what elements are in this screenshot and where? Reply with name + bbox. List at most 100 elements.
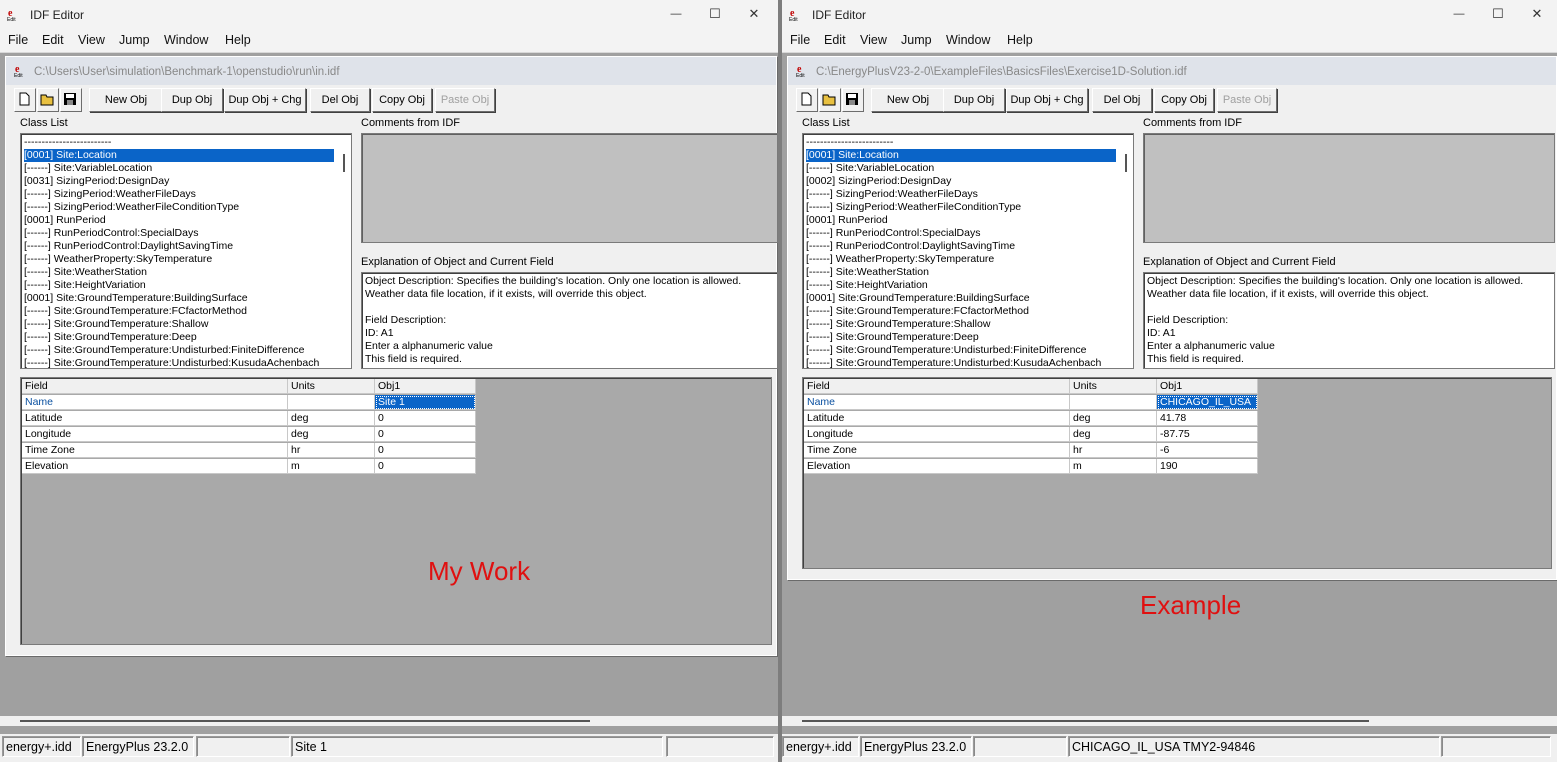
- open-folder-icon[interactable]: [819, 88, 841, 112]
- class-list-item[interactable]: [------] Site:GroundTemperature:Undistur…: [24, 344, 305, 357]
- dup-obj-chg-button[interactable]: Dup Obj + Chg: [224, 88, 306, 112]
- class-list-item[interactable]: [------] Site:WeatherStation: [806, 266, 929, 279]
- field-name-value[interactable]: CHICAGO_IL_USA: [1157, 395, 1258, 410]
- class-list-item[interactable]: [0001] RunPeriod: [24, 214, 106, 227]
- svg-text:Edit: Edit: [796, 73, 805, 77]
- horizontal-scrollbar-thumb[interactable]: [802, 720, 1369, 722]
- maximize-icon[interactable]: ☐: [1488, 5, 1508, 23]
- class-list-item[interactable]: [------] SizingPeriod:WeatherFileConditi…: [24, 201, 239, 214]
- class-list-item[interactable]: [------] Site:HeightVariation: [24, 279, 146, 292]
- class-list-scrollbar[interactable]: [1125, 154, 1127, 172]
- class-list-item[interactable]: [------] RunPeriodControl:DaylightSaving…: [806, 240, 1015, 253]
- class-list-item[interactable]: [------] Site:GroundTemperature:Deep: [24, 331, 197, 344]
- horizontal-scrollbar-thumb[interactable]: [20, 720, 590, 722]
- class-list-item[interactable]: [------] Site:GroundTemperature:Deep: [806, 331, 979, 344]
- class-list-item[interactable]: [------] SizingPeriod:WeatherFileDays: [806, 188, 978, 201]
- class-list-item[interactable]: [------] Site:GroundTemperature:Undistur…: [806, 357, 1101, 368]
- class-list-item[interactable]: [------] Site:GroundTemperature:Undistur…: [24, 357, 319, 368]
- menu-edit[interactable]: Edit: [824, 33, 846, 47]
- minimize-icon[interactable]: —: [666, 5, 686, 23]
- minimize-icon[interactable]: —: [1449, 5, 1469, 23]
- class-list-item[interactable]: [------] RunPeriodControl:SpecialDays: [24, 227, 198, 240]
- class-list-item[interactable]: [------] Site:GroundTemperature:FCfactor…: [806, 305, 1029, 318]
- save-disk-icon[interactable]: [60, 88, 82, 112]
- class-list-item[interactable]: [------] Site:VariableLocation: [24, 162, 152, 175]
- field-time-zone-value[interactable]: 0: [375, 443, 476, 458]
- horizontal-scrollbar[interactable]: [782, 716, 1557, 726]
- class-list-item[interactable]: [0001] Site:Location: [806, 149, 1116, 162]
- status-panel: [973, 736, 1067, 757]
- explanation-line: Field Description:: [365, 314, 447, 326]
- field-elevation-value[interactable]: 190: [1157, 459, 1258, 474]
- menu-window[interactable]: Window: [946, 33, 990, 47]
- class-list-item[interactable]: [0001] RunPeriod: [806, 214, 888, 227]
- class-list-scrollbar[interactable]: [343, 154, 345, 172]
- menu-jump[interactable]: Jump: [901, 33, 932, 47]
- close-icon[interactable]: ✕: [1527, 5, 1547, 23]
- menu-edit[interactable]: Edit: [42, 33, 64, 47]
- horizontal-scrollbar[interactable]: [0, 716, 778, 726]
- del-obj-button[interactable]: Del Obj: [1092, 88, 1152, 112]
- class-list-item[interactable]: [------] Site:HeightVariation: [806, 279, 928, 292]
- open-folder-icon[interactable]: [37, 88, 59, 112]
- new-obj-button[interactable]: New Obj: [89, 88, 163, 112]
- class-list-item[interactable]: [------] RunPeriodControl:DaylightSaving…: [24, 240, 233, 253]
- field-name-label: Name: [22, 395, 288, 410]
- class-list-item[interactable]: [------] WeatherProperty:SkyTemperature: [806, 253, 994, 266]
- field-time-zone-units: hr: [1070, 443, 1157, 458]
- class-list-item[interactable]: [0031] SizingPeriod:DesignDay: [24, 175, 169, 188]
- dup-obj-chg-button[interactable]: Dup Obj + Chg: [1006, 88, 1088, 112]
- class-list-item[interactable]: -------------------------: [24, 136, 111, 149]
- menu-file[interactable]: File: [8, 33, 28, 47]
- class-list-item[interactable]: [------] Site:GroundTemperature:Undistur…: [806, 344, 1087, 357]
- field-elevation-units: m: [1070, 459, 1157, 474]
- class-list-item[interactable]: [0001] Site:Location: [24, 149, 334, 162]
- class-list-item[interactable]: [0001] Site:GroundTemperature:BuildingSu…: [24, 292, 248, 305]
- class-list-item[interactable]: [------] WeatherProperty:SkyTemperature: [24, 253, 212, 266]
- new-file-icon[interactable]: [796, 88, 818, 112]
- field-elevation-value[interactable]: 0: [375, 459, 476, 474]
- comments-box[interactable]: [1143, 133, 1555, 243]
- comments-box[interactable]: [361, 133, 778, 243]
- close-icon[interactable]: ✕: [744, 5, 764, 23]
- class-list-item[interactable]: [------] Site:VariableLocation: [806, 162, 934, 175]
- menu-view[interactable]: View: [860, 33, 887, 47]
- class-list-item[interactable]: [------] Site:WeatherStation: [24, 266, 147, 279]
- class-list[interactable]: ------------------------- [0001] Site:Loc…: [20, 133, 352, 369]
- new-obj-button[interactable]: New Obj: [871, 88, 945, 112]
- class-list-item[interactable]: [------] Site:GroundTemperature:FCfactor…: [24, 305, 247, 318]
- new-file-icon[interactable]: [14, 88, 36, 112]
- class-list-item[interactable]: [------] Site:GroundTemperature:Shallow: [24, 318, 208, 331]
- menu-help[interactable]: Help: [225, 33, 251, 47]
- del-obj-button[interactable]: Del Obj: [310, 88, 370, 112]
- menu-help[interactable]: Help: [1007, 33, 1033, 47]
- field-longitude-value[interactable]: -87.75: [1157, 427, 1258, 442]
- field-time-zone-value[interactable]: -6: [1157, 443, 1258, 458]
- field-latitude-value[interactable]: 0: [375, 411, 476, 426]
- dup-obj-button[interactable]: Dup Obj: [161, 88, 223, 112]
- class-list-item[interactable]: [------] Site:GroundTemperature:Shallow: [806, 318, 990, 331]
- class-list-item[interactable]: [------] SizingPeriod:WeatherFileConditi…: [806, 201, 1021, 214]
- field-latitude-value[interactable]: 41.78: [1157, 411, 1258, 426]
- menu-window[interactable]: Window: [164, 33, 208, 47]
- dup-obj-button[interactable]: Dup Obj: [943, 88, 1005, 112]
- explanation-line: Enter a alphanumeric value: [365, 340, 493, 352]
- menu-file[interactable]: File: [790, 33, 810, 47]
- field-time-zone-label: Time Zone: [22, 443, 288, 458]
- class-list[interactable]: ------------------------- [0001] Site:Loc…: [802, 133, 1134, 369]
- field-name-value[interactable]: Site 1: [375, 395, 476, 410]
- class-list-item[interactable]: [0001] Site:GroundTemperature:BuildingSu…: [806, 292, 1030, 305]
- class-list-item[interactable]: [------] SizingPeriod:WeatherFileDays: [24, 188, 196, 201]
- field-longitude-value[interactable]: 0: [375, 427, 476, 442]
- save-disk-icon[interactable]: [842, 88, 864, 112]
- menu-view[interactable]: View: [78, 33, 105, 47]
- class-list-item[interactable]: [------] RunPeriodControl:SpecialDays: [806, 227, 980, 240]
- menu-jump[interactable]: Jump: [119, 33, 150, 47]
- copy-obj-button[interactable]: Copy Obj: [372, 88, 432, 112]
- maximize-icon[interactable]: ☐: [705, 5, 725, 23]
- copy-obj-button[interactable]: Copy Obj: [1154, 88, 1214, 112]
- class-list-item[interactable]: -------------------------: [806, 136, 893, 149]
- status-panel: [1441, 736, 1551, 757]
- class-list-item[interactable]: [0002] SizingPeriod:DesignDay: [806, 175, 951, 188]
- grid-header-obj1: Obj1: [1157, 379, 1258, 394]
